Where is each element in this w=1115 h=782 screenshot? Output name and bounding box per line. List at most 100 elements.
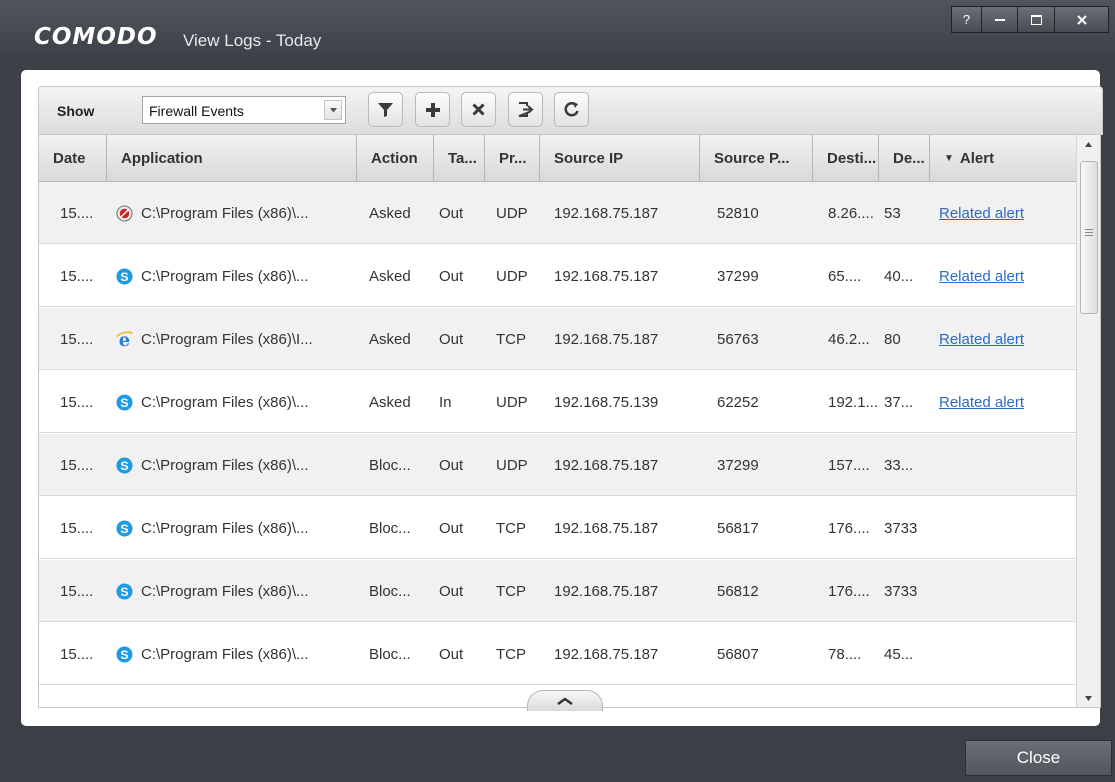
export-icon bbox=[518, 102, 534, 117]
scroll-down-icon bbox=[1085, 695, 1092, 701]
cell-date: 15.... bbox=[60, 393, 94, 411]
add-icon bbox=[425, 102, 440, 117]
cell-source-port: 56763 bbox=[717, 330, 759, 348]
table-row[interactable]: 15.... S C:\Program Files (x86)\... Bloc...… bbox=[39, 497, 1076, 559]
cell-destination-port: 40... bbox=[884, 267, 914, 285]
table-row[interactable]: 15.... S C:\Program Files (x86)\... Bloc...… bbox=[39, 560, 1076, 622]
column-header-label: Alert bbox=[959, 149, 995, 167]
refresh-button[interactable] bbox=[554, 92, 589, 127]
cell-action: Bloc... bbox=[369, 582, 411, 600]
export-button[interactable] bbox=[508, 92, 543, 127]
cell-target: Out bbox=[439, 645, 464, 663]
chevron-down-icon bbox=[330, 108, 337, 113]
column-header-action[interactable]: Action bbox=[357, 135, 434, 181]
minimize-button[interactable] bbox=[981, 6, 1017, 33]
filter-icon bbox=[378, 102, 393, 117]
cell-action: Asked bbox=[369, 204, 411, 222]
related-alert-link[interactable]: Related alert bbox=[939, 394, 1024, 411]
cell-target: Out bbox=[439, 456, 464, 474]
table-row[interactable]: 15.... S C:\Program Files (x86)\... Asked Ou… bbox=[39, 245, 1076, 307]
related-alert-link[interactable]: Related alert bbox=[939, 331, 1024, 348]
cell-application: S C:\Program Files (x86)\... bbox=[116, 623, 355, 685]
refresh-icon bbox=[564, 102, 579, 117]
close-window-button[interactable] bbox=[1054, 6, 1109, 33]
cell-protocol: UDP bbox=[496, 267, 528, 285]
cell-destination: 78.... bbox=[828, 645, 862, 663]
table-row[interactable]: 15.... C:\Program Files (x86)\... Asked Out… bbox=[39, 182, 1076, 244]
cell-destination: 192.1... bbox=[828, 393, 877, 411]
vertical-scrollbar[interactable] bbox=[1076, 135, 1100, 707]
filter-button[interactable] bbox=[368, 92, 403, 127]
maximize-button[interactable] bbox=[1017, 6, 1054, 33]
delete-icon bbox=[472, 103, 485, 116]
scroll-down-button[interactable] bbox=[1077, 689, 1100, 707]
dropdown-arrow[interactable] bbox=[324, 100, 342, 120]
column-header-destination-port[interactable]: De... bbox=[879, 135, 930, 181]
cell-source-port: 56807 bbox=[717, 645, 759, 663]
column-header-alert[interactable]: ▼ Alert bbox=[930, 135, 1076, 181]
svg-text:S: S bbox=[120, 269, 128, 283]
cell-protocol: UDP bbox=[496, 204, 528, 222]
cell-destination-port: 37... bbox=[884, 393, 914, 411]
cell-action: Asked bbox=[369, 393, 411, 411]
cell-target: Out bbox=[439, 519, 464, 537]
skype-icon: S bbox=[116, 393, 141, 411]
table-row[interactable]: 15.... e C:\Program Files (x86)\I... Asked O… bbox=[39, 308, 1076, 370]
column-header-label: Action bbox=[371, 149, 418, 167]
application-path: C:\Program Files (x86)\... bbox=[141, 204, 309, 222]
column-header-label: Source P... bbox=[714, 149, 790, 167]
add-button[interactable] bbox=[415, 92, 450, 127]
show-label: Show bbox=[57, 103, 95, 119]
scroll-up-button[interactable] bbox=[1077, 135, 1100, 153]
table-row[interactable]: 15.... S C:\Program Files (x86)\... Bloc...… bbox=[39, 623, 1076, 685]
red-app-icon bbox=[116, 204, 141, 222]
cell-target: In bbox=[439, 393, 452, 411]
column-header-source-ip[interactable]: Source IP bbox=[540, 135, 700, 181]
column-header-label: Ta... bbox=[448, 149, 477, 167]
cell-source-ip: 192.168.75.187 bbox=[554, 582, 659, 600]
related-alert-link[interactable]: Related alert bbox=[939, 205, 1024, 222]
skype-icon: S bbox=[116, 645, 141, 663]
cell-alert bbox=[939, 434, 1074, 496]
column-header-label: Desti... bbox=[827, 149, 877, 167]
scrollbar-thumb[interactable] bbox=[1080, 161, 1098, 314]
cell-date: 15.... bbox=[60, 330, 94, 348]
cell-destination-port: 80 bbox=[884, 330, 901, 348]
column-header-date[interactable]: Date bbox=[39, 135, 107, 181]
cell-source-port: 62252 bbox=[717, 393, 759, 411]
cell-protocol: TCP bbox=[496, 519, 526, 537]
toolbar: Show Firewall Events bbox=[38, 86, 1103, 135]
title-bar[interactable]: COMODO View Logs - Today ? bbox=[0, 0, 1115, 62]
column-header-application[interactable]: Application bbox=[107, 135, 357, 181]
cell-destination: 157.... bbox=[828, 456, 870, 474]
cell-source-port: 37299 bbox=[717, 456, 759, 474]
column-header-source-port[interactable]: Source P... bbox=[700, 135, 813, 181]
svg-text:S: S bbox=[120, 647, 128, 661]
help-button[interactable]: ? bbox=[951, 6, 981, 33]
column-header-protocol[interactable]: Pr... bbox=[485, 135, 540, 181]
cell-protocol: TCP bbox=[496, 645, 526, 663]
show-dropdown[interactable]: Firewall Events bbox=[142, 96, 346, 124]
events-table: Date Application Action Ta... Pr... Source IP… bbox=[38, 134, 1101, 708]
column-header-label: Date bbox=[53, 149, 86, 167]
logs-panel: Show Firewall Events Date Application Ac… bbox=[21, 70, 1103, 726]
skype-icon: S bbox=[116, 519, 141, 537]
ie-icon: e bbox=[116, 331, 141, 348]
svg-text:S: S bbox=[120, 395, 128, 409]
cell-source-ip: 192.168.75.187 bbox=[554, 519, 659, 537]
table-row[interactable]: 15.... S C:\Program Files (x86)\... Asked In… bbox=[39, 371, 1076, 433]
cell-application: S C:\Program Files (x86)\... bbox=[116, 497, 355, 559]
delete-button[interactable] bbox=[461, 92, 496, 127]
cell-source-ip: 192.168.75.139 bbox=[554, 393, 659, 411]
skype-icon: S bbox=[116, 456, 141, 474]
column-header-destination[interactable]: Desti... bbox=[813, 135, 879, 181]
cell-destination-port: 33... bbox=[884, 456, 914, 474]
cell-destination: 176.... bbox=[828, 582, 870, 600]
cell-action: Bloc... bbox=[369, 645, 411, 663]
column-header-target[interactable]: Ta... bbox=[434, 135, 485, 181]
collapse-toggle[interactable] bbox=[527, 690, 603, 711]
table-row[interactable]: 15.... S C:\Program Files (x86)\... Bloc...… bbox=[39, 434, 1076, 496]
close-button[interactable]: Close bbox=[965, 740, 1112, 776]
related-alert-link[interactable]: Related alert bbox=[939, 268, 1024, 285]
cell-alert bbox=[939, 497, 1074, 559]
